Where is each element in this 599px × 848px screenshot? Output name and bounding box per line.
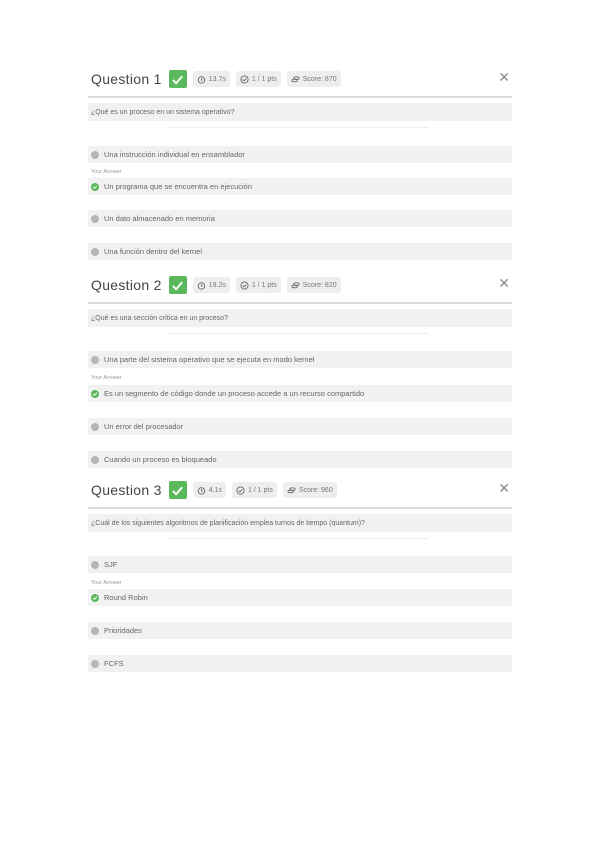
points-value: 1 / 1 pts — [247, 486, 273, 494]
time-value: 19.2s — [208, 281, 226, 289]
score-value: Score: 960 — [298, 486, 333, 494]
radio-icon — [91, 422, 99, 431]
score-chip: Score: 960 — [282, 482, 337, 498]
question-card-3: Question 3 4.1s 1 / 1 pts Score: 960 ✕ ¿… — [88, 479, 512, 672]
correct-answer-icon — [91, 593, 99, 602]
close-icon[interactable]: ✕ — [498, 70, 510, 84]
radio-icon — [91, 355, 99, 364]
coins-icon — [291, 281, 300, 288]
your-answer-label: Your Answer — [91, 375, 122, 381]
correct-answer-icon — [91, 389, 99, 398]
check-circle-icon — [240, 74, 249, 84]
question-header: Question 3 4.1s 1 / 1 pts Score: 960 ✕ — [88, 479, 512, 509]
answer-option[interactable]: Un error del procesador — [88, 418, 512, 435]
close-icon[interactable]: ✕ — [498, 481, 510, 495]
score-chip: Score: 870 — [286, 71, 341, 87]
radio-icon — [91, 455, 99, 464]
score-chip: Score: 820 — [286, 277, 341, 293]
question-card-2: Question 2 19.2s 1 / 1 pts Score: 820 ✕ … — [88, 274, 512, 468]
answer-text: Un error del procesador — [104, 422, 184, 431]
check-circle-icon — [240, 280, 249, 290]
answer-text: Cuando un proceso es bloqueado — [104, 455, 217, 464]
time-value: 13.7s — [208, 75, 226, 83]
timer-icon — [197, 75, 205, 84]
points-chip: 1 / 1 pts — [235, 71, 281, 87]
close-icon[interactable]: ✕ — [498, 276, 510, 290]
score-value: Score: 820 — [302, 281, 337, 289]
answer-text: Una función dentro del kernel — [104, 247, 202, 256]
question-header: Question 2 19.2s 1 / 1 pts Score: 820 ✕ — [88, 274, 512, 304]
answer-text: Un programa que se encuentra en ejecució… — [104, 182, 253, 191]
question-title: Question 2 — [91, 277, 162, 293]
divider — [168, 127, 428, 128]
points-value: 1 / 1 pts — [251, 75, 277, 83]
radio-icon — [91, 214, 99, 223]
your-answer-label: Your Answer — [91, 169, 122, 175]
radio-icon — [91, 659, 99, 668]
check-circle-icon — [236, 485, 245, 495]
answer-text: Una parte del sistema operativo que se e… — [104, 355, 315, 364]
timer-icon — [197, 486, 205, 495]
correct-check-icon — [168, 276, 187, 294]
answer-option[interactable]: Una función dentro del kernel — [88, 243, 512, 260]
correct-check-icon — [168, 481, 187, 499]
time-value: 4.1s — [208, 486, 222, 494]
question-title: Question 3 — [91, 482, 162, 498]
radio-icon — [91, 560, 99, 569]
answer-option-selected[interactable]: Round Robin — [88, 589, 512, 606]
time-chip: 13.7s — [192, 71, 230, 87]
answer-text: SJF — [104, 560, 118, 569]
question-header: Question 1 13.7s 1 / 1 pts Score: 870 ✕ — [88, 68, 512, 98]
answer-text: Round Robin — [104, 593, 148, 602]
question-card-1: Question 1 13.7s 1 / 1 pts Score: 870 ✕ … — [88, 68, 512, 260]
correct-check-icon — [168, 70, 187, 88]
divider — [168, 538, 428, 539]
answer-option-selected[interactable]: Un programa que se encuentra en ejecució… — [88, 178, 512, 195]
answer-option[interactable]: Un dato almacenado en memoria — [88, 210, 512, 227]
divider — [168, 333, 428, 334]
answer-option[interactable]: Prioridades — [88, 622, 512, 639]
answer-option[interactable]: Una parte del sistema operativo que se e… — [88, 351, 512, 368]
radio-icon — [91, 247, 99, 256]
time-chip: 4.1s — [192, 482, 226, 498]
answer-option[interactable]: SJF — [88, 556, 512, 573]
answer-option[interactable]: Una instrucción individual en ensamblado… — [88, 146, 512, 163]
points-value: 1 / 1 pts — [251, 281, 277, 289]
answer-option[interactable]: Cuando un proceso es bloqueado — [88, 451, 512, 468]
answer-text: FCFS — [104, 659, 124, 668]
question-prompt: ¿Cuál de los siguientes algoritmos de pl… — [88, 514, 512, 532]
correct-answer-icon — [91, 182, 99, 191]
answer-option-selected[interactable]: Es un segmento de código donde un proces… — [88, 385, 512, 402]
coins-icon — [287, 486, 296, 493]
question-prompt: ¿Qué es una sección crítica en un proces… — [88, 309, 512, 327]
answer-option[interactable]: FCFS — [88, 655, 512, 672]
answer-text: Prioridades — [104, 626, 142, 635]
answer-text: Un dato almacenado en memoria — [104, 214, 215, 223]
coins-icon — [291, 75, 300, 82]
answer-text: Una instrucción individual en ensamblado… — [104, 150, 245, 159]
time-chip: 19.2s — [192, 277, 230, 293]
question-title: Question 1 — [91, 71, 162, 87]
answer-text: Es un segmento de código donde un proces… — [104, 389, 365, 398]
score-value: Score: 870 — [302, 75, 337, 83]
points-chip: 1 / 1 pts — [231, 482, 277, 498]
your-answer-label: Your Answer — [91, 580, 122, 586]
timer-icon — [197, 281, 205, 290]
radio-icon — [91, 150, 99, 159]
question-prompt: ¿Qué es un proceso en un sistema operati… — [88, 103, 512, 121]
radio-icon — [91, 626, 99, 635]
points-chip: 1 / 1 pts — [235, 277, 281, 293]
